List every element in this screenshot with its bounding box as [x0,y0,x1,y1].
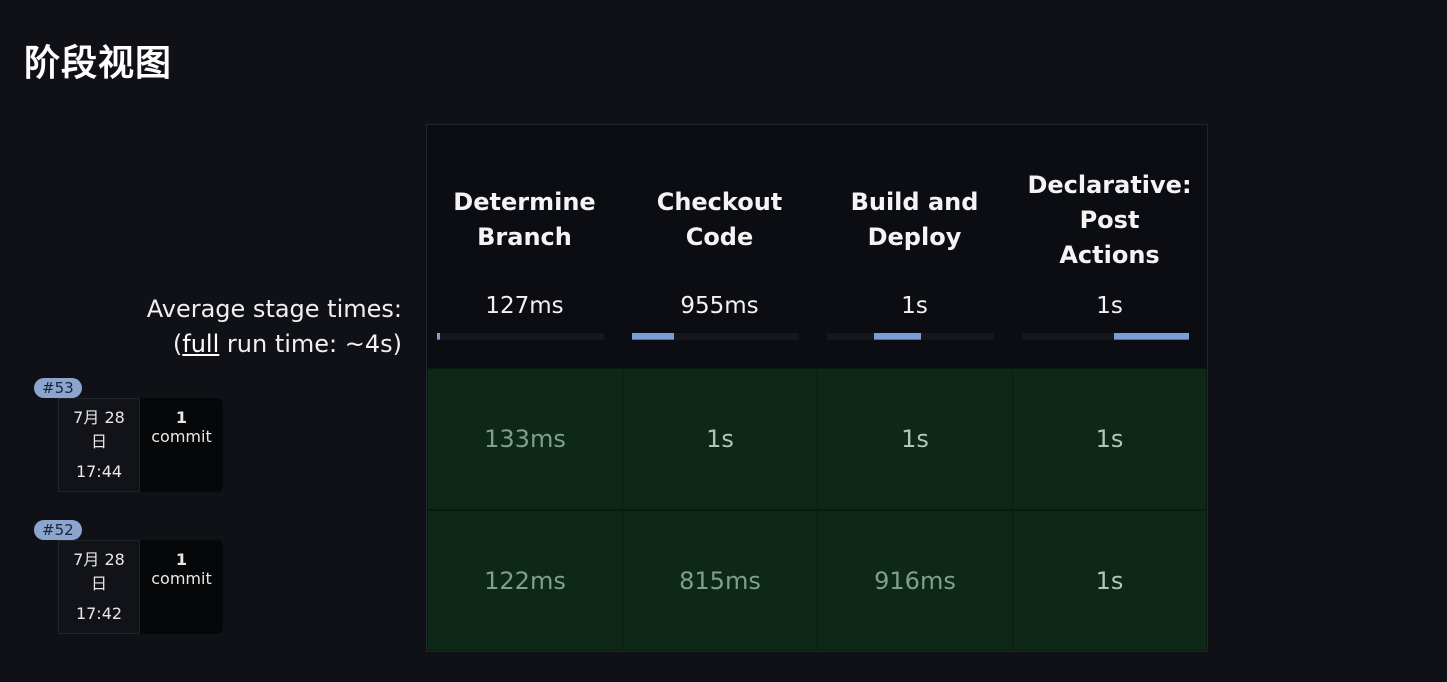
commit-label: commit [151,569,212,588]
stage-avg-bar [632,333,674,340]
commit-count: 1 [175,550,188,569]
stage-name: Determine Branch [453,188,596,251]
stage-header-determine-branch: Determine Branch 127ms [427,125,622,368]
run-time-suffix: run time: ~4s) [219,330,402,358]
build-changes[interactable]: 1 commit [140,398,223,492]
build-number-badge[interactable]: #52 [34,520,82,540]
stage-avg-time: 1s [901,293,928,319]
stage-avg-track [437,333,604,340]
stage-avg-time: 955ms [680,293,759,319]
stage-avg-track [827,333,994,340]
stage-avg-bar [1113,333,1189,340]
commit-count: 1 [175,408,188,427]
stage-avg-track [632,333,799,340]
stage-cell-53-checkout-code[interactable]: 1s [622,368,818,510]
stage-name: Checkout Code [656,188,783,251]
stage-avg-track [1022,333,1189,340]
stage-header-checkout-code: Checkout Code 955ms [622,125,817,368]
build-time: 17:42 [75,604,123,623]
stage-avg-bar [437,333,441,340]
stage-name: Declarative: Post Actions [1027,170,1192,269]
full-run-link[interactable]: full [182,330,219,358]
build-date: 7月 28 日 17:42 [58,540,140,634]
stage-view-table: Determine Branch 127ms Checkout Code 955… [426,124,1208,652]
stage-header-build-and-deploy: Build and Deploy 1s [817,125,1012,368]
stage-cell-52-build-and-deploy[interactable]: 916ms [817,510,1013,651]
commit-label: commit [151,427,212,446]
build-number-badge[interactable]: #53 [34,378,82,398]
stage-cell-52-post-actions[interactable]: 1s [1012,510,1207,651]
run-prefix: ( [172,330,183,358]
stage-cell-53-build-and-deploy[interactable]: 1s [817,368,1013,510]
stage-header-post-actions: Declarative: Post Actions 1s [1012,125,1207,368]
build-date-text: 7月 28 日 [73,550,125,593]
full-run-time-text: (full run time: ~4s) [147,327,402,362]
build-row-53[interactable]: #53 7月 28 日 17:44 1 commit [34,378,224,492]
build-date: 7月 28 日 17:44 [58,398,140,492]
page-title: 阶段视图 [24,43,173,84]
stage-avg-bar [873,333,921,340]
stage-cell-53-determine-branch[interactable]: 133ms [427,368,623,510]
stage-cell-52-determine-branch[interactable]: 122ms [427,510,623,651]
stage-cell-52-checkout-code[interactable]: 815ms [622,510,818,651]
avg-label-text: Average stage times: [146,295,402,323]
build-row-52[interactable]: #52 7月 28 日 17:42 1 commit [34,520,224,634]
average-stage-times-label: Average stage times: (full run time: ~4s… [147,292,402,362]
stage-avg-time: 1s [1096,293,1123,319]
build-time: 17:44 [75,462,123,481]
stage-avg-time: 127ms [485,293,564,319]
stage-name: Build and Deploy [850,188,979,251]
stage-cell-53-post-actions[interactable]: 1s [1012,368,1207,510]
build-date-text: 7月 28 日 [73,408,125,451]
build-changes[interactable]: 1 commit [140,540,223,634]
